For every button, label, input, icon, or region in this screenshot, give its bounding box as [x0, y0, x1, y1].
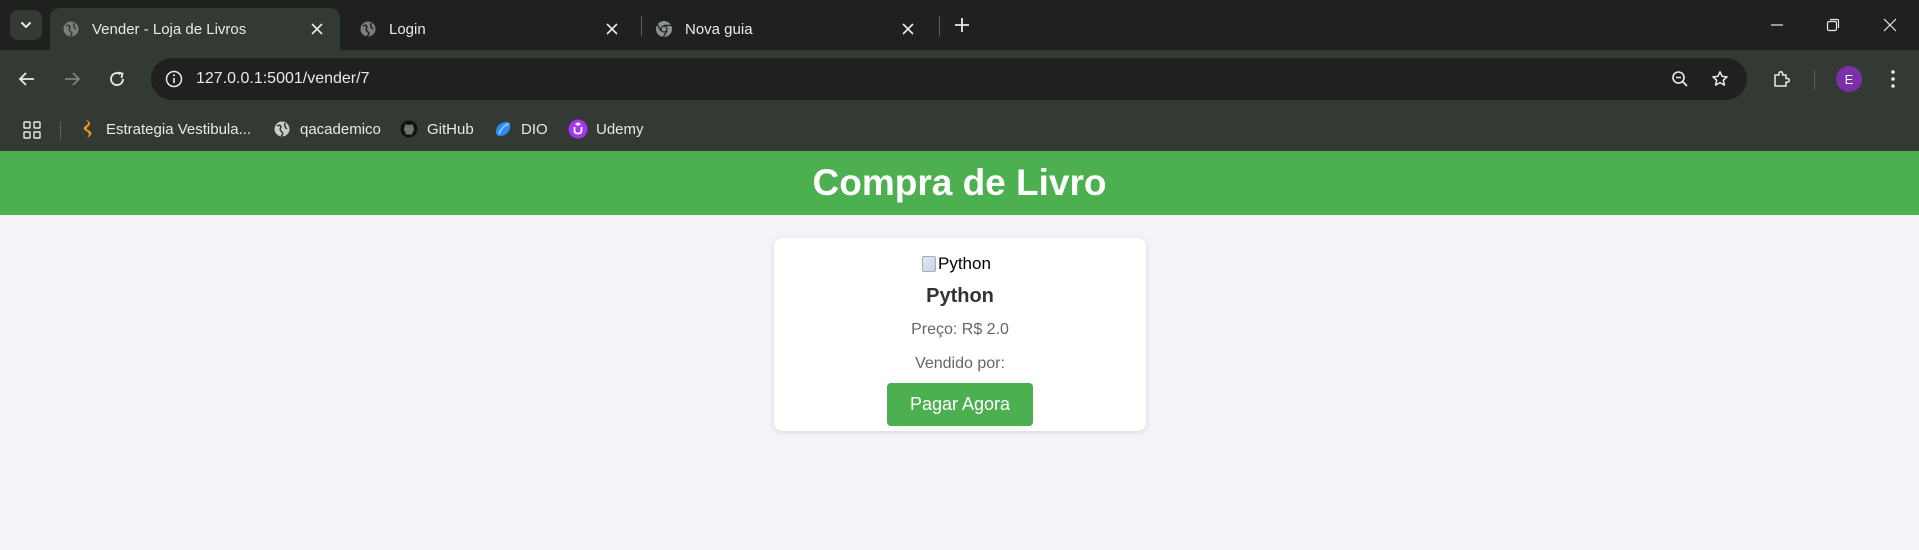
- estrategia-icon: [78, 119, 98, 139]
- new-tab-button[interactable]: [949, 12, 975, 38]
- book-seller: Vendido por:: [915, 355, 1005, 372]
- chrome-icon: [655, 20, 673, 38]
- extensions-button[interactable]: [1767, 64, 1797, 94]
- close-icon[interactable]: [306, 18, 328, 40]
- reload-button[interactable]: [102, 64, 132, 94]
- arrow-left-icon: [18, 72, 34, 86]
- restore-icon: [1826, 18, 1840, 32]
- tab-search-button[interactable]: [10, 10, 42, 40]
- bookmark-label: Udemy: [596, 120, 644, 138]
- plus-icon: [955, 18, 969, 32]
- bookmarks-bar: Estrategia Vestibula... qacademico GitHu…: [0, 108, 1919, 151]
- tab-nova-guia[interactable]: Nova guia: [643, 8, 931, 50]
- puzzle-icon: [1774, 70, 1791, 87]
- udemy-icon: [568, 119, 588, 139]
- star-icon[interactable]: [1707, 66, 1733, 92]
- tab-title: Nova guia: [685, 20, 753, 38]
- forward-button[interactable]: [57, 64, 87, 94]
- menu-button[interactable]: [1878, 64, 1908, 94]
- tab-vender[interactable]: Vender - Loja de Livros: [50, 8, 340, 50]
- bookmarks-separator: [60, 122, 61, 140]
- close-icon[interactable]: [601, 18, 623, 40]
- bookmark-label: GitHub: [427, 120, 474, 138]
- minimize-button[interactable]: [1764, 12, 1790, 38]
- apps-button[interactable]: [20, 118, 44, 142]
- zoom-out-icon[interactable]: [1667, 66, 1693, 92]
- bookmark-label: DIO: [521, 120, 548, 138]
- tab-title: Vender - Loja de Livros: [92, 20, 247, 38]
- bookmark-github[interactable]: GitHub: [399, 116, 474, 142]
- dio-icon: [493, 119, 513, 139]
- globe-icon: [272, 119, 292, 139]
- minimize-icon: [1771, 24, 1783, 26]
- web-page: Compra de Livro Python Python Preço: R$ …: [0, 151, 1919, 550]
- bookmark-udemy[interactable]: Udemy: [568, 116, 644, 142]
- close-window-button[interactable]: [1877, 12, 1903, 38]
- toolbar-divider: [1814, 70, 1815, 90]
- book-card: Python Python Preço: R$ 2.0 Vendido por:…: [774, 238, 1146, 431]
- pay-now-button[interactable]: Pagar Agora: [887, 383, 1033, 426]
- book-title: Python: [926, 285, 994, 307]
- browser-toolbar: 127.0.0.1:5001/vender/7 E: [0, 50, 1919, 108]
- site-info-icon[interactable]: [161, 66, 187, 92]
- bookmark-estrategia[interactable]: Estrategia Vestibula...: [78, 116, 251, 142]
- book-image: Python: [922, 254, 991, 274]
- more-vert-icon: [1891, 70, 1895, 88]
- book-image-alt: Python: [938, 254, 991, 273]
- bookmark-qacademico[interactable]: qacademico: [272, 116, 381, 142]
- restore-button[interactable]: [1820, 12, 1846, 38]
- arrow-right-icon: [65, 72, 81, 86]
- profile-avatar[interactable]: E: [1836, 66, 1862, 92]
- close-icon[interactable]: [897, 18, 919, 40]
- close-icon: [1883, 18, 1897, 32]
- tab-login[interactable]: Login: [347, 8, 635, 50]
- reload-icon: [110, 71, 124, 86]
- globe-icon: [62, 20, 80, 38]
- bookmark-dio[interactable]: DIO: [493, 116, 548, 142]
- url-text[interactable]: 127.0.0.1:5001/vender/7: [196, 58, 369, 100]
- tab-separator: [939, 16, 940, 36]
- apps-grid-icon: [23, 121, 41, 139]
- bookmark-label: qacademico: [300, 120, 381, 138]
- page-title: Compra de Livro: [812, 162, 1107, 203]
- tab-separator: [641, 16, 642, 36]
- github-icon: [399, 119, 419, 139]
- bookmark-label: Estrategia Vestibula...: [106, 120, 252, 138]
- book-price: Preço: R$ 2.0: [911, 321, 1009, 338]
- page-header: Compra de Livro: [0, 151, 1919, 215]
- chevron-down-icon: [21, 22, 31, 29]
- broken-image-icon: [922, 256, 936, 272]
- globe-icon: [359, 20, 377, 38]
- address-bar[interactable]: 127.0.0.1:5001/vender/7: [151, 58, 1747, 100]
- tab-strip: Vender - Loja de Livros Login Nova guia: [0, 0, 1919, 50]
- tab-title: Login: [389, 20, 426, 38]
- back-button[interactable]: [12, 64, 42, 94]
